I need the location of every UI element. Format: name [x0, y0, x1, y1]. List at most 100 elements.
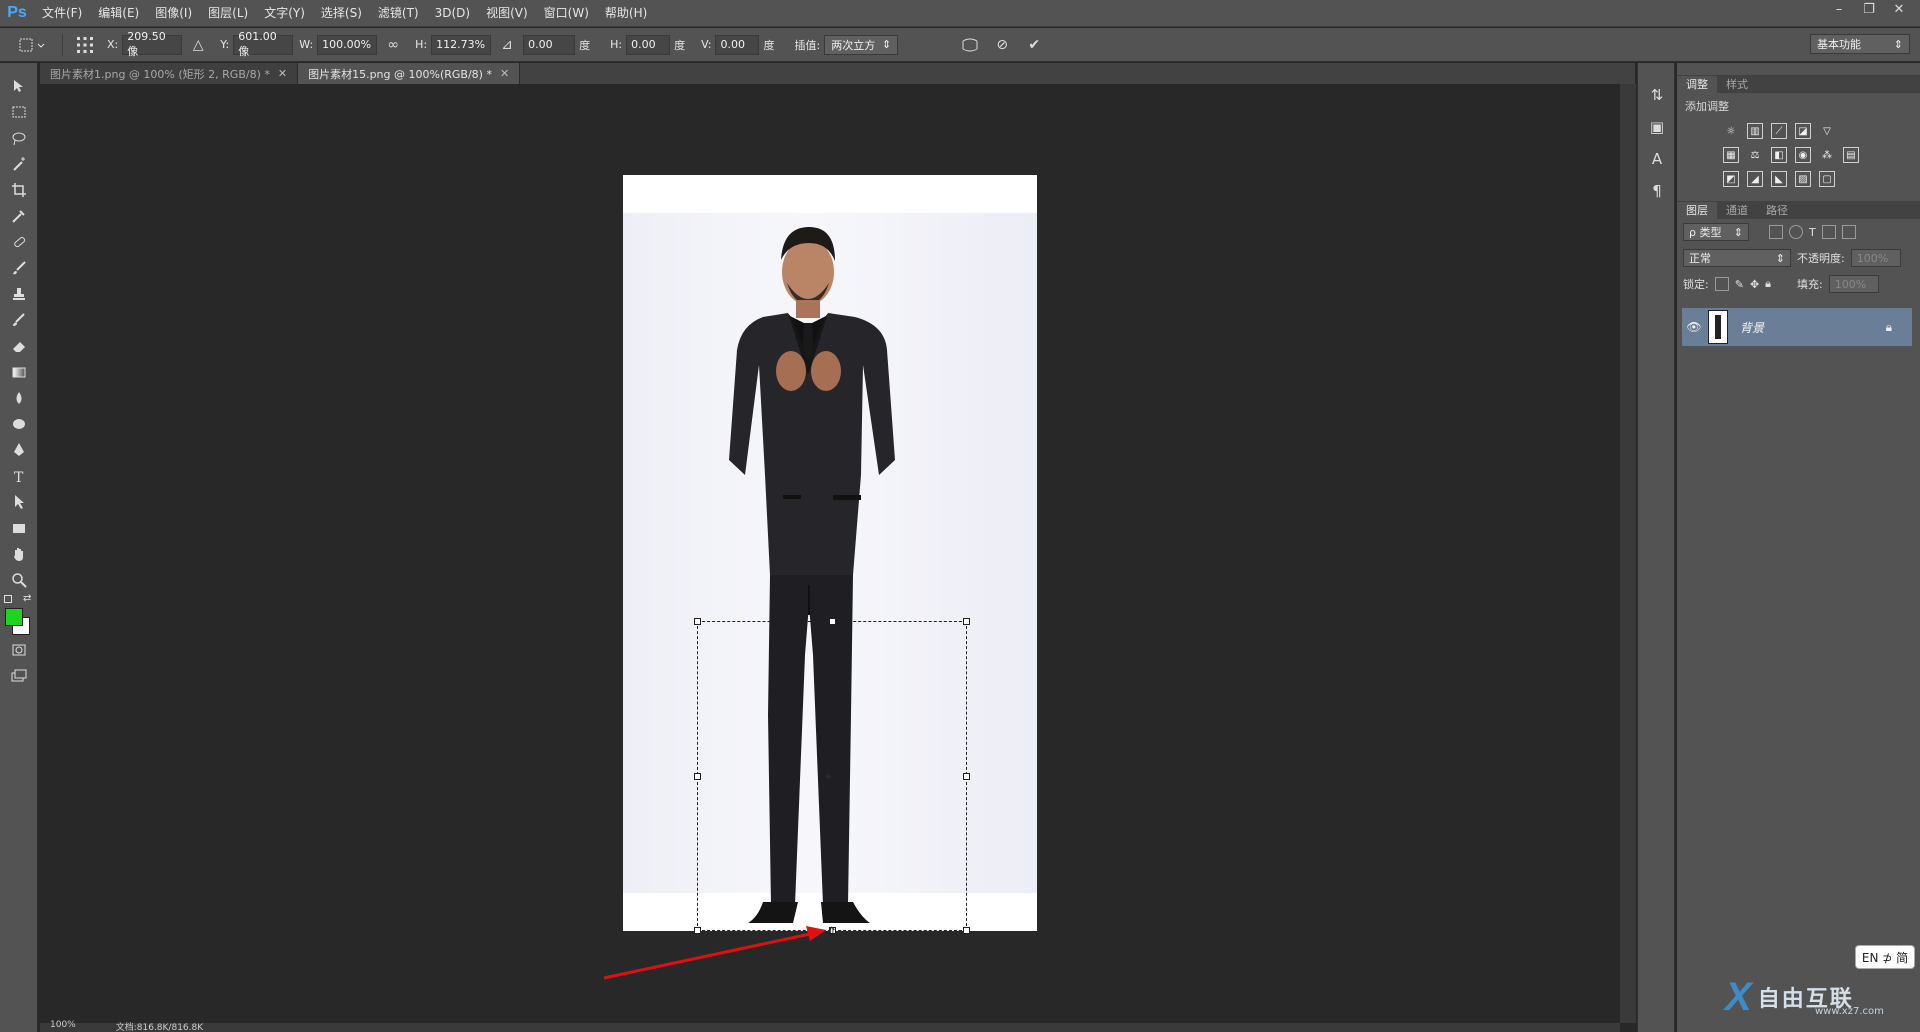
swap-colors-icon[interactable]: ⇄ — [23, 593, 31, 604]
vertical-scrollbar[interactable] — [1620, 84, 1636, 1023]
tab-channels[interactable]: 通道 — [1717, 202, 1757, 219]
selective-color-icon[interactable]: ▢ — [1819, 171, 1835, 187]
smart-object-filter-icon[interactable] — [1841, 225, 1856, 239]
transform-handle-left[interactable] — [694, 773, 701, 780]
healing-brush-tool-icon[interactable] — [0, 229, 38, 255]
menu-filter[interactable]: 滤镜(T) — [370, 0, 427, 27]
close-icon[interactable]: ✕ — [278, 67, 287, 80]
invert-icon[interactable]: ◩ — [1723, 171, 1739, 187]
black-white-icon[interactable]: ◧ — [1771, 147, 1787, 163]
ime-indicator[interactable]: EN ⊅ 简 — [1855, 945, 1915, 969]
history-brush-tool-icon[interactable] — [0, 307, 38, 333]
exposure-icon[interactable]: ◪ — [1795, 123, 1811, 139]
gradient-map-icon[interactable]: ▨ — [1795, 171, 1811, 187]
cancel-transform-icon[interactable]: ⊘ — [990, 33, 1014, 57]
layer-row-background[interactable]: 👁︎ 背景 🔒︎ — [1682, 308, 1912, 346]
foreground-color-swatch[interactable] — [5, 608, 23, 626]
width-field[interactable]: 100.00% — [317, 34, 378, 55]
reference-point-icon[interactable] — [73, 33, 97, 57]
screen-mode-icon[interactable] — [0, 663, 38, 689]
history-panel-icon[interactable]: ⇅ — [1638, 79, 1676, 111]
layer-name[interactable]: 背景 — [1740, 319, 1764, 336]
blend-mode-select[interactable]: 正常 ⇕ — [1683, 249, 1791, 267]
transform-handle-right[interactable] — [963, 773, 970, 780]
menu-edit[interactable]: 编辑(E) — [90, 0, 147, 27]
character-panel-icon[interactable]: A — [1638, 143, 1676, 175]
default-colors-icon[interactable] — [4, 595, 12, 603]
lock-all-icon[interactable]: 🔒︎ — [1765, 277, 1771, 291]
marquee-tool-icon[interactable] — [0, 99, 38, 125]
transform-handle-top-left[interactable] — [694, 618, 701, 625]
menu-window[interactable]: 窗口(W) — [536, 0, 597, 27]
transform-handle-top-right[interactable] — [963, 618, 970, 625]
menu-select[interactable]: 选择(S) — [313, 0, 370, 27]
close-icon[interactable]: ✕ — [500, 67, 509, 80]
y-field[interactable]: 601.00 像 — [233, 30, 294, 58]
threshold-icon[interactable]: ◣ — [1771, 171, 1787, 187]
curves-icon[interactable]: ⟋ — [1771, 123, 1787, 139]
pixel-filter-icon[interactable] — [1769, 225, 1783, 239]
type-filter-icon[interactable]: T — [1809, 226, 1816, 239]
restore-button[interactable]: ❐ — [1854, 0, 1884, 18]
rectangle-tool-icon[interactable] — [0, 515, 38, 541]
move-tool-icon[interactable] — [0, 73, 38, 99]
quick-mask-icon[interactable] — [0, 637, 38, 663]
lasso-tool-icon[interactable] — [0, 125, 38, 151]
magic-wand-tool-icon[interactable] — [0, 151, 38, 177]
vskew-field[interactable]: 0.00 — [715, 34, 760, 55]
menu-file[interactable]: 文件(F) — [34, 0, 90, 27]
zoom-tool-icon[interactable] — [0, 567, 38, 593]
hand-tool-icon[interactable] — [0, 541, 38, 567]
fill-field[interactable]: 100% — [1828, 275, 1879, 293]
transform-handle-bottom-right[interactable] — [963, 927, 970, 934]
warp-mode-icon[interactable] — [958, 33, 982, 57]
type-tool-icon[interactable]: T — [0, 463, 38, 489]
color-balance-icon[interactable]: ⚖ — [1747, 147, 1763, 163]
delta-icon[interactable]: △ — [186, 33, 210, 57]
clone-stamp-tool-icon[interactable] — [0, 281, 38, 307]
channel-mixer-icon[interactable]: ⁂ — [1819, 147, 1835, 163]
tool-preset-picker[interactable] — [8, 31, 56, 59]
vibrance-icon[interactable]: ▽ — [1819, 123, 1835, 139]
tab-adjustments[interactable]: 调整 — [1677, 76, 1717, 93]
transform-handle-top[interactable] — [829, 618, 836, 625]
commit-transform-icon[interactable]: ✔ — [1022, 33, 1046, 57]
angle-field[interactable]: 0.00 — [523, 34, 576, 55]
blur-tool-icon[interactable] — [0, 385, 38, 411]
close-button[interactable]: ✕ — [1884, 0, 1914, 18]
tab-layers[interactable]: 图层 — [1677, 202, 1717, 219]
tab-document-1[interactable]: 图片素材1.png @ 100% (矩形 2, RGB/8) * ✕ — [40, 63, 299, 84]
menu-help[interactable]: 帮助(H) — [597, 0, 655, 27]
crop-tool-icon[interactable] — [0, 177, 38, 203]
brush-tool-icon[interactable] — [0, 255, 38, 281]
posterize-icon[interactable]: ◢ — [1747, 171, 1763, 187]
levels-icon[interactable]: ▥ — [1747, 123, 1763, 139]
transform-center-icon[interactable]: ⌖ — [825, 769, 832, 784]
gradient-tool-icon[interactable] — [0, 359, 38, 385]
menu-type[interactable]: 文字(Y) — [256, 0, 313, 27]
free-transform-bounding-box[interactable]: ⌖ — [694, 618, 970, 934]
link-icon[interactable]: ∞ — [381, 33, 405, 57]
transform-handle-bottom[interactable] — [829, 927, 836, 934]
hskew-field[interactable]: 0.00 — [626, 34, 671, 55]
tab-styles[interactable]: 样式 — [1717, 76, 1757, 93]
lock-transparent-icon[interactable] — [1714, 277, 1729, 291]
opacity-field[interactable]: 100% — [1850, 249, 1901, 267]
hue-saturation-icon[interactable]: ▦ — [1723, 147, 1739, 163]
workspace-select[interactable]: 基本功能 ⇕ — [1810, 34, 1910, 54]
tab-paths[interactable]: 路径 — [1757, 202, 1797, 219]
brightness-icon[interactable]: ☼ — [1723, 123, 1739, 139]
shape-filter-icon[interactable] — [1821, 225, 1836, 239]
color-lookup-icon[interactable]: ▤ — [1843, 147, 1859, 163]
path-selection-tool-icon[interactable] — [0, 489, 38, 515]
minimize-button[interactable]: – — [1824, 0, 1854, 18]
adjustment-filter-icon[interactable] — [1789, 225, 1803, 239]
dodge-tool-icon[interactable] — [0, 411, 38, 437]
paragraph-panel-icon[interactable]: ¶ — [1638, 175, 1676, 207]
visibility-eye-icon[interactable]: 👁︎ — [1682, 320, 1706, 334]
menu-layer[interactable]: 图层(L) — [200, 0, 256, 27]
zoom-level[interactable]: 100% — [50, 1020, 76, 1032]
layer-kind-filter[interactable]: ρ 类型 ⇕ — [1683, 223, 1749, 241]
properties-panel-icon[interactable]: ▣ — [1638, 111, 1676, 143]
x-field[interactable]: 209.50 像 — [122, 30, 183, 58]
